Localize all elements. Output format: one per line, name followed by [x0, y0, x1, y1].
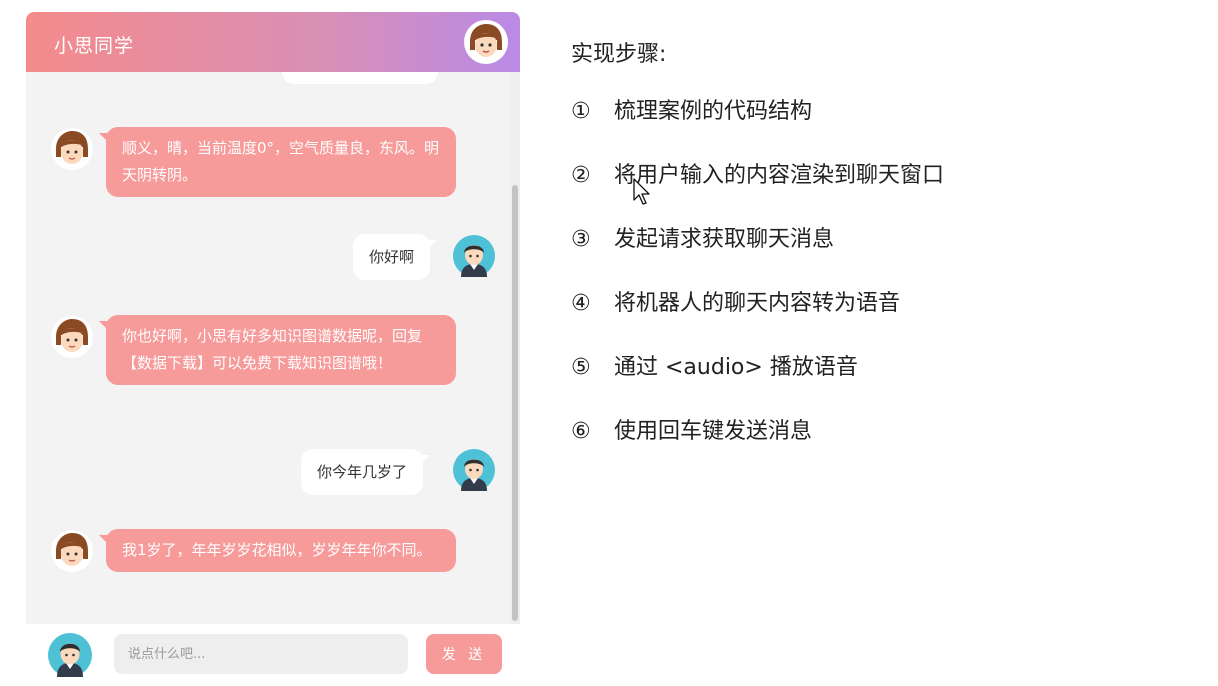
bot-message-bubble: 我1岁了，年年岁岁花相似，岁岁年年你不同。: [99, 529, 456, 572]
step-text: 将用户输入的内容渲染到聊天窗口: [614, 163, 945, 188]
chat-window: 小思同学 顺义，晴，当前温度0°，空气质量良，东风。明天阴转阴。 你好啊 你也好…: [26, 12, 520, 686]
user-message-bubble: 你好啊: [353, 234, 438, 280]
user-avatar-icon: [453, 235, 495, 277]
step-text: 使用回车键发送消息: [614, 419, 813, 444]
bot-avatar-icon: [51, 530, 93, 572]
step-number: ①: [571, 99, 591, 124]
user-avatar-icon: [48, 633, 92, 677]
step-number: ⑤: [571, 355, 591, 380]
input-bar: 发 送: [26, 624, 520, 686]
send-button[interactable]: 发 送: [426, 634, 502, 674]
bot-message-bubble: 你也好啊，小思有好多知识图谱数据呢，回复【数据下载】可以免费下载知识图谱哦！: [99, 315, 456, 385]
step-text: 通过 <audio> 播放语音: [614, 355, 858, 380]
user-avatar-icon: [453, 449, 495, 491]
partial-user-bubble: [282, 72, 438, 84]
female-avatar-icon: [464, 20, 508, 64]
step-text: 梳理案例的代码结构: [614, 99, 813, 124]
step-text: 将机器人的聊天内容转为语音: [614, 291, 901, 316]
steps-title: 实现步骤:: [571, 42, 667, 67]
chat-header: 小思同学: [26, 12, 520, 72]
bot-message-bubble: 顺义，晴，当前温度0°，空气质量良，东风。明天阴转阴。: [99, 127, 456, 197]
step-text: 发起请求获取聊天消息: [614, 227, 835, 252]
user-message-bubble: 你今年几岁了: [301, 449, 431, 495]
chat-title: 小思同学: [54, 35, 135, 57]
step-number: ②: [571, 163, 591, 188]
message-input[interactable]: [114, 634, 408, 674]
step-number: ③: [571, 227, 591, 252]
bot-avatar-icon: [51, 128, 93, 170]
step-number: ⑥: [571, 419, 591, 444]
scrollbar-thumb[interactable]: [512, 185, 518, 621]
bot-avatar-icon: [51, 316, 93, 358]
message-list[interactable]: 顺义，晴，当前温度0°，空气质量良，东风。明天阴转阴。 你好啊 你也好啊，小思有…: [26, 72, 520, 624]
step-number: ④: [571, 291, 591, 316]
mouse-cursor-icon: [633, 178, 650, 205]
